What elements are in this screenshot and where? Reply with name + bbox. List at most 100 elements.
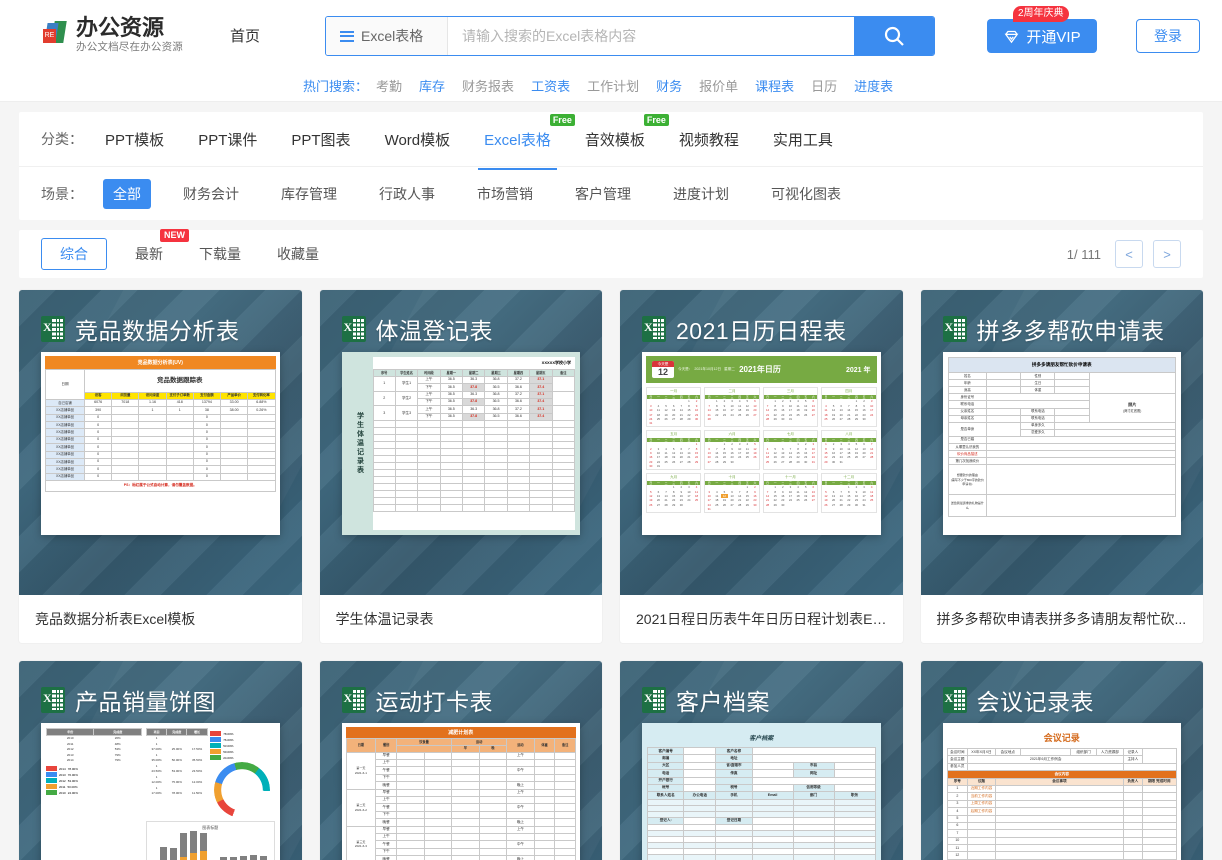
- calendar-week: 30 31: [647, 464, 700, 468]
- calendar-year: 2021 年: [845, 366, 871, 374]
- template-title[interactable]: 拼多多帮砍申请表拼多多请朋友帮忙砍...: [921, 595, 1204, 643]
- preview-cell: 组织部门: [1070, 747, 1097, 757]
- category-item-0[interactable]: PPT模板: [103, 123, 166, 156]
- category-item-5[interactable]: 音效模板 Free: [583, 113, 669, 156]
- template-card[interactable]: X 运动打卡表 减肥计划表 日期 餐别 饮食量 运动 运动 体重 备注早晚第一天 2021-6-1 早…: [319, 661, 602, 860]
- preview-cell: 7: [946, 829, 969, 838]
- category-item-4[interactable]: Excel表格 Free: [478, 113, 575, 170]
- template-thumbnail[interactable]: X 客户档案 客户档案 客户编号 客户名称 邮编 地址 大区 省/直辖市 市县 电话 传真 网址 开户银行…: [620, 661, 903, 860]
- scene-item-1[interactable]: 财务会计: [173, 179, 249, 209]
- scene-item-2[interactable]: 库存管理: [271, 179, 347, 209]
- preview-cell: [423, 847, 453, 857]
- calendar-day: 28: [839, 502, 843, 507]
- preview-cell: 开户银行: [646, 776, 685, 785]
- calendar-day: [810, 417, 818, 421]
- scene-item-5[interactable]: 客户管理: [565, 179, 641, 209]
- category-item-2[interactable]: PPT图表: [289, 123, 352, 156]
- template-thumbnail[interactable]: X 2021日历日程表 今天是 12 今天是： 2021年10月12日 星期二 2021年…: [620, 290, 903, 595]
- template-thumbnail[interactable]: X 拼多多帮砍申请表 拼多多请朋友帮忙砍价申请表 姓名 性别 年龄 生日 身高 体重 身份证号 照片…: [920, 290, 1203, 595]
- preview-cell: [506, 832, 535, 842]
- preview-cell: [1141, 792, 1178, 801]
- template-card[interactable]: X 客户档案 客户档案 客户编号 客户名称 邮编 地址 大区 省/直辖市 市县 电话 传真 网址 开户银行…: [620, 661, 903, 860]
- template-title[interactable]: 2021日程日历表牛年日历日程计划表Ex...: [620, 595, 903, 643]
- prev-page-button[interactable]: <: [1115, 240, 1143, 268]
- template-thumbnail[interactable]: X 体温登记表 学生体温记录表 XXXXX学校小学 序号 学生姓名 时间段 星期一 星期二 星期三…: [319, 290, 602, 595]
- scene-item-3[interactable]: 行政人事: [369, 179, 445, 209]
- category-item-1[interactable]: PPT课件: [196, 123, 259, 156]
- hot-search-item[interactable]: 工作计划: [587, 79, 639, 94]
- template-card[interactable]: X 2021日历日程表 今天是 12 今天是： 2021年10月12日 星期二 2021年…: [620, 290, 903, 643]
- calendar-month-label: 十一月: [785, 474, 796, 479]
- calendar-day: 30: [862, 417, 866, 422]
- preview-cell: [395, 847, 425, 857]
- hot-search-item[interactable]: 库存: [419, 79, 445, 94]
- search-input[interactable]: [448, 17, 854, 55]
- legend-label: 2013: [59, 772, 66, 777]
- preview-cell: [792, 854, 835, 860]
- calendar-month-label: 八月: [845, 431, 853, 436]
- search-icon: [884, 26, 904, 46]
- hot-search-item[interactable]: 考勤: [376, 79, 402, 94]
- preview-cell: 体重: [1020, 386, 1056, 395]
- scene-item-0[interactable]: 全部: [103, 178, 151, 209]
- preview-cell: 2: [946, 792, 969, 801]
- login-button[interactable]: 登录: [1136, 19, 1200, 53]
- vip-button[interactable]: 2周年庆典 开通VIP: [987, 6, 1097, 53]
- preview-cell: [683, 783, 717, 793]
- template-card[interactable]: X 竞品数据分析表 竞品数据分析表(UV) 日期 竞品数据跟踪表 访客 浏览量 访问深度 支付子…: [19, 290, 302, 643]
- template-title[interactable]: 学生体温记录表: [320, 595, 603, 643]
- hot-search-item[interactable]: 工资表: [531, 79, 570, 94]
- nav-home[interactable]: 首页: [230, 25, 260, 46]
- excel-icon: X: [942, 316, 967, 342]
- preview-cell: [372, 469, 396, 478]
- preview-banner: 拼多多请朋友帮忙砍价申请表: [947, 357, 1176, 372]
- template-thumbnail[interactable]: X 会议记录表 会议记录 会议时间 XX年X月X日 会议地点 组织部门 人力资源部 记录人 会议主…: [920, 661, 1203, 860]
- template-thumbnail[interactable]: X 运动打卡表 减肥计划表 日期 餐别 饮食量 运动 运动 体重 备注早晚第一天 2021-6-1 早…: [319, 661, 602, 860]
- sort-option-2[interactable]: 下载量: [195, 239, 245, 269]
- preview-cell: [1141, 807, 1178, 816]
- template-title[interactable]: 竞品数据分析表Excel模板: [19, 595, 302, 643]
- preview-cell: [111, 421, 140, 430]
- preview-row: XX店铺单品 0 0: [45, 421, 276, 430]
- site-logo[interactable]: RE 办公资源 办公文档尽在办公资源: [42, 16, 183, 54]
- calendar-day: [685, 503, 693, 507]
- sort-option-0[interactable]: 综合: [41, 238, 107, 270]
- today-number: 12: [657, 367, 668, 377]
- hot-search-item[interactable]: 报价单: [699, 79, 738, 94]
- preview-cell: 会议主题: [946, 755, 969, 764]
- sort-option-1[interactable]: 最新 NEW: [131, 229, 189, 269]
- preview-cell: [138, 413, 167, 423]
- calendar-day: 27: [656, 502, 661, 507]
- template-thumbnail[interactable]: X 产品销量饼图 年份 完成度 2010 26% 2011 48% 2012 53% 2013 79%…: [19, 661, 302, 860]
- preview-cell: [551, 390, 575, 407]
- preview-cell: 0: [83, 472, 113, 482]
- next-page-button[interactable]: >: [1153, 240, 1181, 268]
- hot-search-item[interactable]: 日历: [811, 79, 837, 94]
- template-card[interactable]: X 会议记录表 会议记录 会议时间 XX年X月X日 会议地点 组织部门 人力资源部 记录人 会议主…: [920, 661, 1203, 860]
- calendar-week: 28 29 30 31: [764, 417, 817, 421]
- legend-swatch: [210, 749, 222, 754]
- category-item-7[interactable]: 实用工具: [771, 123, 835, 156]
- preview-cell: 37.1: [529, 390, 553, 399]
- hot-search-item[interactable]: 财务: [656, 79, 682, 94]
- scene-item-7[interactable]: 可视化图表: [761, 179, 851, 209]
- category-item-6[interactable]: 视频教程: [677, 123, 741, 156]
- sort-option-3[interactable]: 收藏量: [273, 239, 323, 269]
- calendar-month-label: 四月: [845, 389, 853, 393]
- scene-item-4[interactable]: 市场营销: [467, 179, 543, 209]
- template-card[interactable]: X 拼多多帮砍申请表 拼多多请朋友帮忙砍价申请表 姓名 性别 年龄 生日 身高 体重 身份证号 照片…: [920, 290, 1204, 643]
- template-thumbnail[interactable]: X 竞品数据分析表 竞品数据分析表(UV) 日期 竞品数据跟踪表 访客 浏览量 访问深度 支付子…: [19, 290, 302, 595]
- preview-cell: [529, 420, 553, 429]
- preview-cell: [1054, 414, 1090, 423]
- search-button[interactable]: [854, 17, 934, 55]
- scene-item-6[interactable]: 进度计划: [663, 179, 739, 209]
- category-item-label: 实用工具: [772, 131, 833, 149]
- preview-cell: [1141, 799, 1178, 809]
- hot-search-item[interactable]: 财务报表: [462, 79, 514, 94]
- template-card[interactable]: X 体温登记表 学生体温记录表 XXXXX学校小学 序号 学生姓名 时间段 星期一 星期二 星期三…: [319, 290, 603, 643]
- search-category-selector[interactable]: Excel表格: [326, 17, 448, 55]
- hot-search-item[interactable]: 课程表: [755, 79, 794, 94]
- category-item-3[interactable]: Word模板: [383, 123, 453, 156]
- template-card[interactable]: X 产品销量饼图 年份 完成度 2010 26% 2011 48% 2012 53% 2013 79%…: [19, 661, 302, 860]
- hot-search-item[interactable]: 进度表: [854, 79, 893, 94]
